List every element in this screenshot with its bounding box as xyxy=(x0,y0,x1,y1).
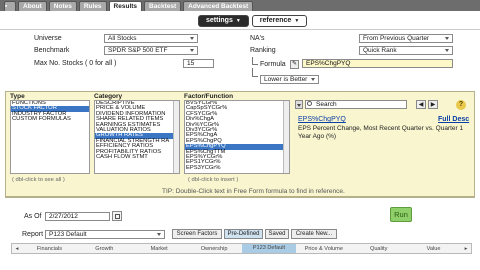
order-select[interactable]: Lower is Better xyxy=(260,75,319,84)
chevron-left-icon: ◀ xyxy=(418,102,424,108)
max-stocks-label: Max No. Stocks ( 0 for all ) xyxy=(34,60,117,67)
pencil-icon: ✎ xyxy=(291,61,298,67)
help-icon[interactable]: ? xyxy=(456,100,466,110)
search-input[interactable]: Search xyxy=(305,100,407,109)
chevron-down-icon: ▼ xyxy=(294,18,300,24)
formula-label: Formula xyxy=(260,61,286,68)
benchmark-label: Benchmark xyxy=(34,47,70,54)
subtab-settings[interactable]: settings ▼ xyxy=(198,15,249,27)
sub-tab-bar: settings ▼ reference ▼ xyxy=(198,15,308,27)
tab-advanced-backtest[interactable]: Advanced Backtest xyxy=(183,1,254,11)
formula-input[interactable]: EPS%ChgPYQ xyxy=(302,59,453,68)
list-item[interactable]: CUSTOM FORMULAS xyxy=(11,116,89,122)
category-tab[interactable]: Financials xyxy=(22,246,77,252)
dbl-click-note-see-all: ( dbl-click to see all ) xyxy=(12,177,65,183)
tab-results[interactable]: Results xyxy=(108,1,143,11)
type-list[interactable]: FUNCTIONS STOCK FACTOR INDUSTRY FACTOR C… xyxy=(10,100,90,174)
ranking-label: Ranking xyxy=(250,47,276,54)
list-item[interactable]: EPS3YCGr% xyxy=(185,165,289,171)
nas-label: NA's xyxy=(250,35,265,42)
category-tab[interactable]: Value xyxy=(406,246,461,252)
category-tab[interactable]: P123 Default xyxy=(241,244,297,253)
factor-description: EPS Percent Change, Most Recent Quarter … xyxy=(298,125,464,140)
universe-label: Universe xyxy=(34,35,62,42)
category-tab[interactable]: Market xyxy=(132,246,187,252)
tab-about[interactable]: About xyxy=(18,1,47,11)
full-desc-link[interactable]: Full Desc xyxy=(438,116,469,123)
category-tab[interactable]: Price & Volume xyxy=(296,246,351,252)
asof-label: As Of xyxy=(24,213,42,220)
calendar-icon xyxy=(115,214,120,219)
desc-factor-name[interactable]: EPS%ChgPYQ xyxy=(298,116,346,123)
menu-icon: ▪ xyxy=(5,3,8,10)
dbl-click-note-insert: ( dbl-click to insert ) xyxy=(188,177,239,183)
category-tab[interactable]: Quality xyxy=(351,246,406,252)
category-list[interactable]: DESCRIPTIVE PRICE & VOLUME DIVIDEND INFO… xyxy=(94,100,180,174)
benchmark-select[interactable]: SPDR S&P 500 ETF xyxy=(104,46,198,55)
subtab-reference-label: reference xyxy=(259,17,292,24)
chevron-right-icon: ▶ xyxy=(430,102,436,108)
create-new-button[interactable]: Create New... xyxy=(291,229,337,239)
chevron-down-icon xyxy=(297,104,301,107)
divider xyxy=(5,197,475,198)
asof-date-input[interactable]: 2/27/2012 xyxy=(45,212,110,221)
tab-backtest[interactable]: Backtest xyxy=(144,1,182,11)
scrollbar[interactable] xyxy=(283,101,289,173)
formula-edit-button[interactable]: ✎ xyxy=(290,60,299,69)
report-select[interactable]: P123 Default xyxy=(45,230,165,239)
tab-rules[interactable]: Rules xyxy=(78,1,107,11)
scroll-left-icon[interactable]: ◂ xyxy=(12,246,22,252)
next-button[interactable]: ▶ xyxy=(428,100,438,109)
report-label: Report xyxy=(22,231,44,238)
tab-icon[interactable]: ▪ xyxy=(4,1,16,11)
report-category-bar: ◂ Financials Growth Market Ownership P12… xyxy=(11,243,472,254)
factor-header: Factor/Function xyxy=(184,93,234,100)
saved-button[interactable]: Saved xyxy=(265,229,289,239)
main-tab-bar: ▪ About Notes Rules Results Backtest Adv… xyxy=(0,0,480,11)
scroll-right-icon[interactable]: ▸ xyxy=(461,246,471,252)
tip-text: TIP: Double-Click text in Free Form form… xyxy=(162,188,345,195)
category-tab[interactable]: Ownership xyxy=(187,246,242,252)
dropdown-button[interactable] xyxy=(295,100,303,109)
run-button[interactable]: Run xyxy=(390,207,412,222)
scrollbar[interactable] xyxy=(173,101,179,173)
prev-button[interactable]: ◀ xyxy=(416,100,426,109)
chevron-down-icon: ▼ xyxy=(235,18,241,24)
subtab-reference[interactable]: reference ▼ xyxy=(251,15,308,27)
category-header: Category xyxy=(94,93,123,100)
list-item[interactable]: CASH FLOW STMT xyxy=(95,154,179,160)
type-header: Type xyxy=(10,93,25,100)
subtab-settings-label: settings xyxy=(206,17,233,24)
ranking-select[interactable]: Quick Rank xyxy=(359,46,453,55)
tab-notes[interactable]: Notes xyxy=(48,1,77,11)
tree-connector xyxy=(252,57,258,65)
search-icon xyxy=(307,101,312,106)
tree-connector xyxy=(252,68,258,77)
pre-defined-button[interactable]: Pre-Defined xyxy=(224,229,263,239)
screen-factors-button[interactable]: Screen Factors xyxy=(172,229,222,239)
nas-select[interactable]: From Previous Quarter xyxy=(359,34,453,43)
calendar-button[interactable] xyxy=(112,211,122,221)
factor-list[interactable]: BVSYCGr% CapSpSYCGr% CFSYCGr% Div%ChgA D… xyxy=(184,100,290,174)
max-stocks-input[interactable]: 15 xyxy=(183,59,214,68)
universe-select[interactable]: All Stocks xyxy=(104,34,198,43)
category-tab[interactable]: Growth xyxy=(77,246,132,252)
divider xyxy=(0,29,480,30)
